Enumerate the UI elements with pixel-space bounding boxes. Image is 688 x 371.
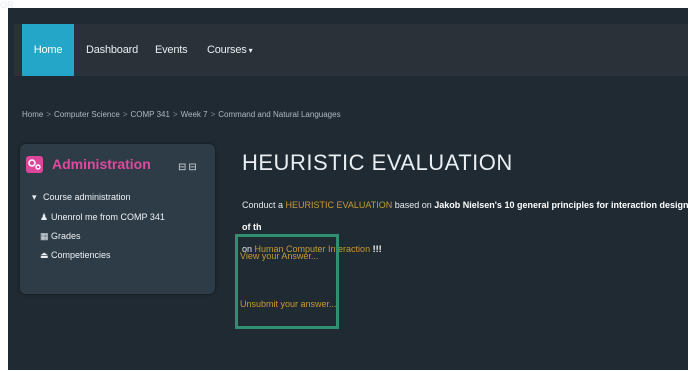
nav-courses-label: Courses — [207, 44, 247, 56]
course-administration-label: Course administration — [43, 192, 131, 202]
breadcrumb-home[interactable]: Home — [22, 110, 43, 119]
grades-link[interactable]: ▦ Grades — [40, 231, 81, 242]
chevron-down-icon: ▾ — [248, 46, 253, 55]
breadcrumb-current: Command and Natural Languages — [218, 110, 341, 119]
view-answer-link[interactable]: View your Answer... — [240, 251, 318, 261]
breadcrumb-separator: > — [172, 110, 178, 119]
caret-down-icon: ▾ — [32, 192, 37, 202]
competencies-label: Competiencies — [51, 250, 111, 260]
breadcrumb-computer-science[interactable]: Computer Science — [54, 110, 120, 119]
grades-label: Grades — [51, 231, 81, 241]
desc-text: based on — [392, 200, 435, 210]
breadcrumb-week7[interactable]: Week 7 — [181, 110, 208, 119]
user-icon: ♟ — [40, 212, 49, 222]
desc-text: Conduct a — [242, 200, 286, 210]
nav-courses[interactable]: Courses ▾ — [207, 24, 253, 76]
desc-bold-text: !!! — [370, 244, 382, 254]
breadcrumb: Home > Computer Science > COMP 341 > Week 7 > Co… — [22, 110, 341, 119]
heuristic-evaluation-link[interactable]: HEURISTIC EVALUATION — [286, 200, 393, 210]
answer-highlight-box — [235, 234, 339, 329]
nav-events[interactable]: Events — [155, 24, 188, 76]
unenrol-label: Unenrol me from COMP 341 — [51, 212, 165, 222]
competencies-link[interactable]: ⏏ Competiencies — [40, 250, 111, 261]
nav-home[interactable]: Home — [22, 24, 74, 76]
page-title: HEURISTIC EVALUATION — [242, 150, 513, 175]
breadcrumb-separator: > — [46, 110, 52, 119]
top-navbar: Home Dashboard Events Courses ▾ — [14, 24, 688, 76]
breadcrumb-separator: > — [210, 110, 216, 119]
eject-icon: ⏏ — [40, 250, 49, 260]
administration-block: Administration ⊟⊟ ▾ Course administration… — [20, 144, 215, 294]
unenrol-link[interactable]: ♟ Unenrol me from COMP 341 — [40, 212, 165, 223]
nav-dashboard[interactable]: Dashboard — [86, 24, 138, 76]
gear-icon — [26, 156, 43, 173]
dock-icon[interactable]: ⊟⊟ — [178, 162, 199, 173]
breadcrumb-separator: > — [122, 110, 128, 119]
course-administration-item[interactable]: ▾ Course administration — [32, 192, 131, 203]
unsubmit-answer-link[interactable]: Unsubmit your answer... — [240, 299, 337, 309]
breadcrumb-comp341[interactable]: COMP 341 — [131, 110, 170, 119]
administration-title: Administration — [52, 156, 151, 172]
table-icon: ▦ — [40, 231, 49, 241]
